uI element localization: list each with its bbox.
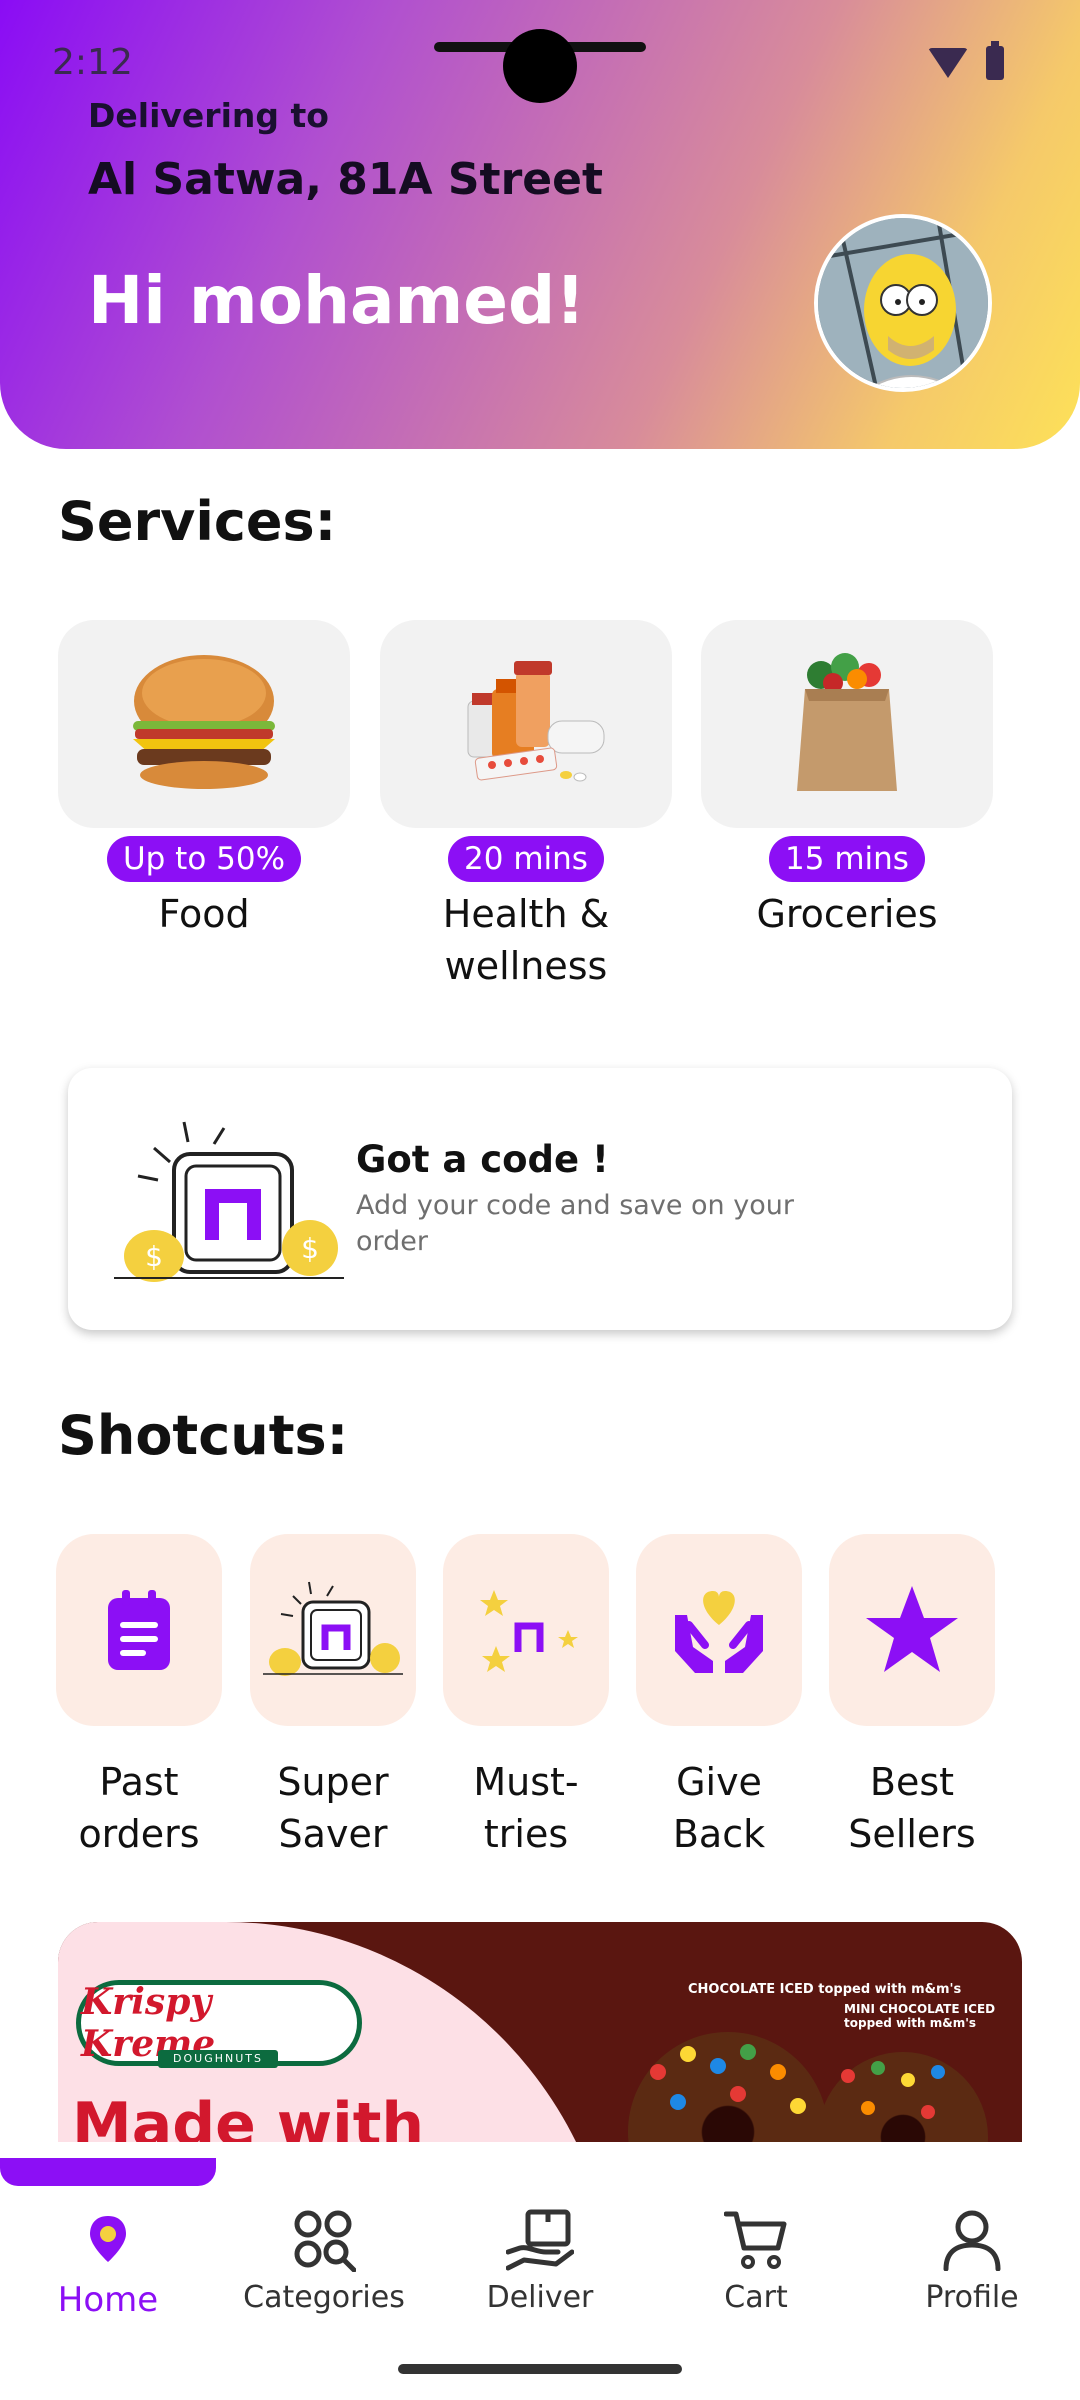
service-card[interactable] xyxy=(701,620,993,828)
shortcut-tile[interactable] xyxy=(829,1534,995,1726)
banner-product-tag: CHOCOLATE ICED topped with m&m's xyxy=(688,1982,962,1997)
battery-icon xyxy=(986,41,1004,80)
promo-code-card[interactable]: $ $ Got a code ! Add your code and save … xyxy=(68,1068,1012,1330)
promo-banner[interactable]: Krispy Kreme DOUGHNUTS Made with CHOCOLA… xyxy=(58,1922,1022,2142)
nav-categories[interactable]: Categories xyxy=(216,2206,432,2315)
bottom-navigation: Home Categories Deliver Cart Profile xyxy=(0,2142,1080,2400)
service-card[interactable] xyxy=(380,620,672,828)
code-description: Add your code and save on your order xyxy=(356,1190,794,1257)
nav-deliver[interactable]: Deliver xyxy=(432,2206,648,2315)
medicine-icon xyxy=(467,661,605,782)
nav-label: Deliver xyxy=(486,2280,594,2315)
svg-text:$: $ xyxy=(145,1240,163,1273)
must-tries-icon xyxy=(480,1590,578,1672)
clipboard-icon xyxy=(108,1590,170,1670)
service-badge: 20 mins xyxy=(448,836,604,882)
burger-icon xyxy=(133,655,275,789)
nav-label: Profile xyxy=(925,2280,1019,2315)
greeting: Hi mohamed! xyxy=(88,262,586,339)
shortcut-tile[interactable] xyxy=(443,1534,609,1726)
banner-product-tag: MINI CHOCOLATE ICED topped with m&m's xyxy=(844,2002,996,2030)
shortcut-must-tries[interactable]: Must-tries xyxy=(443,1534,609,1860)
code-illustration-icon: $ $ xyxy=(114,1121,344,1282)
shortcuts-title: Shotcuts: xyxy=(58,1404,349,1467)
shortcut-label: Past orders xyxy=(78,1760,200,1856)
star-icon xyxy=(866,1586,958,1672)
home-icon xyxy=(90,2216,126,2262)
service-badge: Up to 50% xyxy=(106,836,302,882)
header: 2:12 Delivering to Al Satwa, 81A Street … xyxy=(0,0,1080,449)
shortcut-give-back[interactable]: Give Back xyxy=(636,1534,802,1860)
avatar-image xyxy=(818,218,988,388)
shortcut-super-saver[interactable]: Super Saver xyxy=(250,1534,416,1860)
shortcut-best-sellers[interactable]: Best Sellers xyxy=(829,1534,995,1860)
super-saver-icon xyxy=(263,1581,403,1676)
shortcut-past-orders[interactable]: Past orders xyxy=(56,1534,222,1860)
service-badge: 15 mins xyxy=(769,836,925,882)
brand-sub: DOUGHNUTS xyxy=(158,2050,278,2068)
service-label: Groceries xyxy=(756,892,938,936)
delivering-to-label: Delivering to xyxy=(88,96,329,135)
shortcut-tile[interactable] xyxy=(636,1534,802,1726)
service-food[interactable]: Up to 50% Food xyxy=(58,620,350,940)
service-health[interactable]: 20 mins Health & wellness xyxy=(380,620,672,992)
nav-active-indicator xyxy=(0,2158,216,2186)
candy-sprinkles xyxy=(650,2044,945,2119)
status-icons xyxy=(928,41,1004,80)
status-time: 2:12 xyxy=(52,42,133,83)
nav-cart[interactable]: Cart xyxy=(648,2206,864,2315)
service-label: Health & wellness xyxy=(442,892,610,988)
grocery-bag-icon xyxy=(797,653,897,791)
shortcut-tile[interactable] xyxy=(56,1534,222,1726)
nav-home[interactable]: Home xyxy=(0,2206,216,2320)
shortcut-label: Best Sellers xyxy=(848,1760,976,1856)
nav-label: Categories xyxy=(243,2280,405,2315)
categories-icon xyxy=(294,2210,356,2272)
camera-cutout xyxy=(503,29,577,103)
shortcut-tile[interactable] xyxy=(250,1534,416,1726)
wifi-icon xyxy=(928,48,968,78)
svg-text:$: $ xyxy=(301,1232,319,1265)
give-back-icon xyxy=(675,1591,763,1673)
cart-icon xyxy=(724,2211,787,2269)
service-groceries[interactable]: 15 mins Groceries xyxy=(701,620,993,940)
avatar[interactable] xyxy=(814,214,992,392)
services-title: Services: xyxy=(58,490,337,553)
banner-tagline: Made with xyxy=(72,2090,425,2142)
deliver-icon xyxy=(506,2209,574,2271)
service-label: Food xyxy=(158,892,250,936)
nav-label: Cart xyxy=(724,2280,788,2315)
shortcut-label: Give Back xyxy=(672,1760,766,1856)
code-title: Got a code ! xyxy=(356,1138,609,1181)
delivery-address[interactable]: Al Satwa, 81A Street xyxy=(88,154,603,205)
service-card[interactable] xyxy=(58,620,350,828)
shortcut-label: Super Saver xyxy=(277,1760,389,1856)
nav-profile[interactable]: Profile xyxy=(864,2206,1080,2315)
gesture-home-indicator[interactable] xyxy=(398,2364,682,2374)
profile-icon xyxy=(943,2210,1001,2271)
nav-label: Home xyxy=(57,2280,159,2320)
shortcut-label: Must-tries xyxy=(473,1760,579,1856)
